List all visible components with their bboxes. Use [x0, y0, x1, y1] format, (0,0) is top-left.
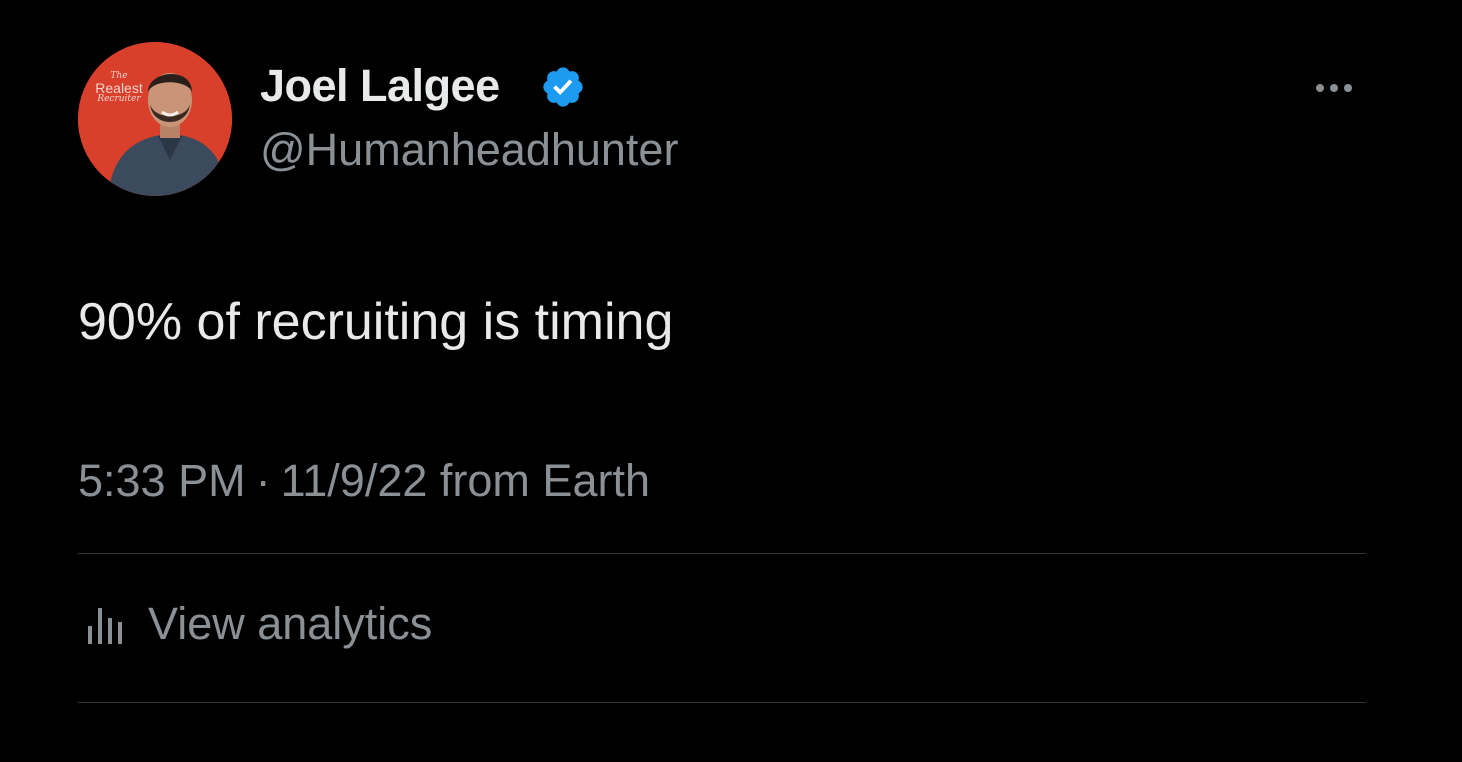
avatar-photo [78, 42, 232, 196]
divider [78, 553, 1366, 554]
more-horizontal-icon-dot [1330, 84, 1338, 92]
divider [78, 702, 1366, 703]
view-analytics-link[interactable]: View analytics [84, 596, 432, 652]
avatar-logo: The Realest Recruiter [86, 72, 152, 104]
avatar[interactable]: The Realest Recruiter [78, 42, 232, 196]
tweet-card: The Realest Recruiter Joel Lalgee @Human… [0, 0, 1462, 762]
verified-badge-icon [543, 67, 583, 107]
more-horizontal-icon-dot [1344, 84, 1352, 92]
more-options-button[interactable] [1304, 68, 1364, 108]
avatar-logo-line3: Recruiter [97, 94, 141, 104]
tweet-text: 90% of recruiting is timing [78, 293, 674, 351]
avatar-logo-line2: Realest [95, 80, 143, 96]
tweet-date[interactable]: 11/9/22 [281, 455, 428, 506]
author-handle[interactable]: @Humanheadhunter [260, 124, 678, 176]
bar-chart-icon [88, 608, 122, 644]
tweet-source: from Earth [439, 455, 650, 506]
timestamp-separator: · [255, 455, 271, 506]
view-analytics-label: View analytics [148, 598, 433, 649]
tweet-timestamp: 5:33 PM · 11/9/22 from Earth [78, 455, 650, 507]
tweet-time[interactable]: 5:33 PM [78, 455, 246, 506]
more-horizontal-icon [1316, 84, 1324, 92]
author-display-name[interactable]: Joel Lalgee [260, 60, 500, 112]
